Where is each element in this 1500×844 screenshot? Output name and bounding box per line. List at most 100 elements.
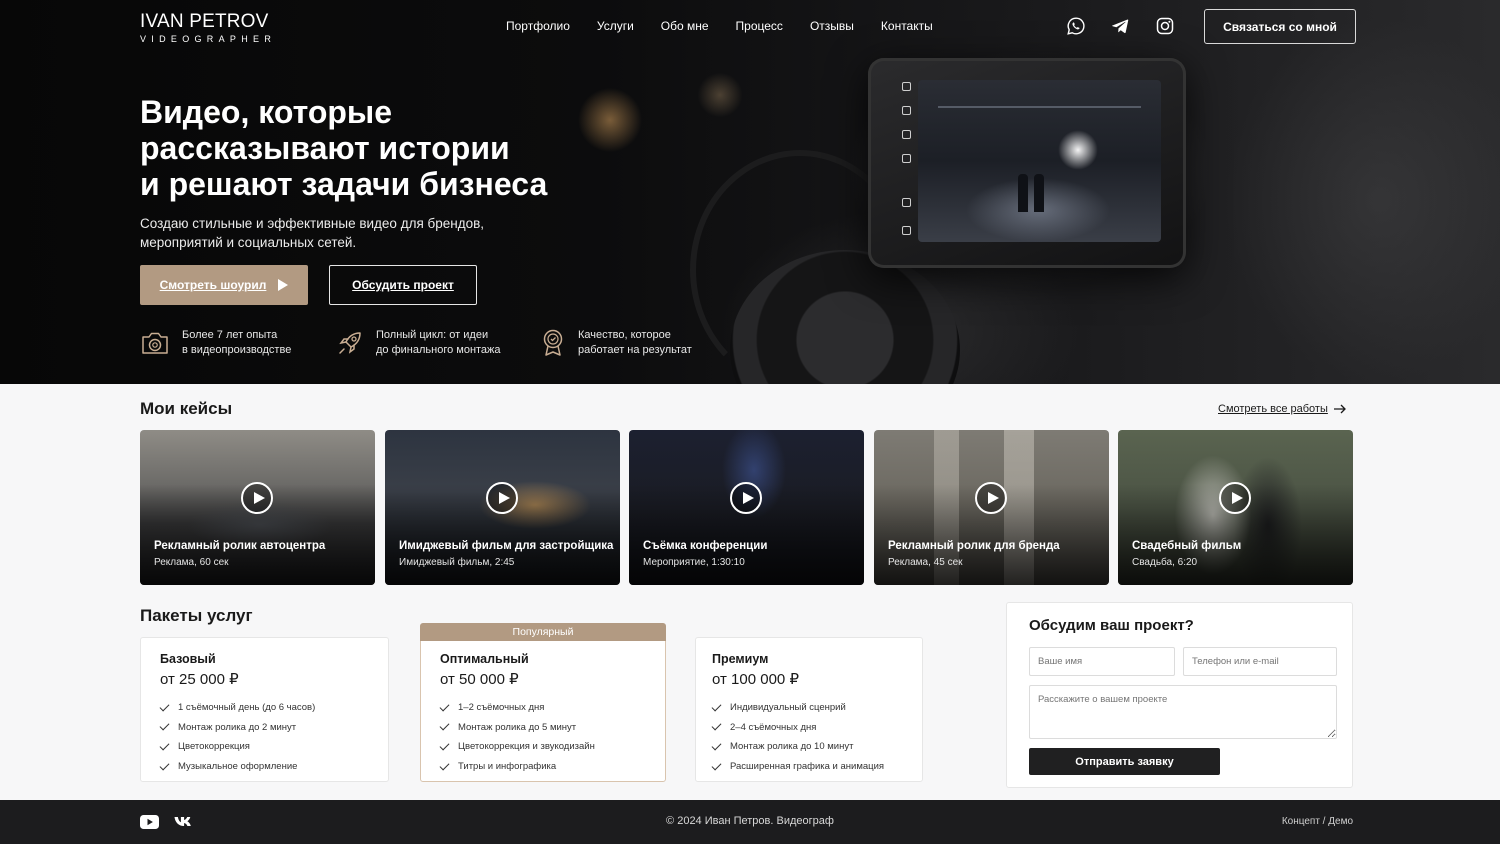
hero-title-line: Видео, которые <box>140 94 393 130</box>
hero-title-line: рассказывают истории <box>140 130 510 166</box>
nav-item-about[interactable]: Обо мне <box>661 19 709 33</box>
feature-label: Индивидуальный сценрий <box>730 702 846 713</box>
message-textarea[interactable] <box>1029 685 1337 739</box>
copyright: © 2024 Иван Петров. Видеограф <box>666 815 834 827</box>
feature-text: в видеопроизводстве <box>182 344 292 356</box>
brand-subtitle: VIDEOGRAPHER <box>140 34 277 44</box>
nav-item-reviews[interactable]: Отзывы <box>810 19 854 33</box>
instagram-icon[interactable] <box>1155 16 1175 36</box>
form-title: Обсудим ваш проект? <box>1029 617 1194 634</box>
award-icon <box>543 329 563 356</box>
package-card-optimal[interactable]: Популярный Оптимальный от 50 000 ₽ 1–2 с… <box>420 623 666 782</box>
feature-quality: Качество, которое работает на результат <box>540 328 692 358</box>
brand-logo[interactable]: IVAN PETROV VIDEOGRAPHER <box>140 12 276 45</box>
case-title: Съёмка конференции <box>643 540 768 552</box>
package-name: Оптимальный <box>440 652 529 666</box>
feature-label: Монтаж ролика до 2 минут <box>178 721 297 733</box>
whatsapp-icon[interactable] <box>1066 16 1086 36</box>
check-icon <box>159 760 170 771</box>
feature-text: до финального монтажа <box>376 344 501 356</box>
nav-item-services[interactable]: Услуги <box>597 19 634 33</box>
case-title: Рекламный ролик автоцентра <box>154 540 326 552</box>
feature-text: работает на результат <box>578 344 692 356</box>
cases-title: Мои кейсы <box>140 399 233 418</box>
feature-label: Цветокоррекция <box>178 741 250 753</box>
hero-title-line: и решают задачи бизнеса <box>140 166 548 202</box>
package-card-basic[interactable]: Базовый от 25 000 ₽ 1 съёмочный день (до… <box>140 637 389 782</box>
feature-label: Титры и инфографика <box>458 760 557 772</box>
brand-name: IVAN PETROV <box>140 11 269 32</box>
play-icon[interactable] <box>1219 482 1251 514</box>
feature-full-cycle: Полный цикл: от идеи до финального монта… <box>336 328 501 358</box>
play-icon[interactable] <box>975 482 1007 514</box>
case-card[interactable]: Рекламный ролик автоцентра Реклама, 60 с… <box>140 430 375 585</box>
hero-description-line: Создаю стильные и эффективные видео для … <box>140 216 485 231</box>
list-item: 2–4 съёмочных дня <box>711 718 884 738</box>
package-name: Базовый <box>160 652 216 666</box>
package-features: 1–2 съёмочных дня Монтаж ролика до 5 мин… <box>439 698 595 776</box>
case-card[interactable]: Имиджевый фильм для застройщика Имиджевы… <box>385 430 620 585</box>
play-icon[interactable] <box>730 482 762 514</box>
list-item: 1 съёмочный день (до 6 часов) <box>159 698 315 718</box>
package-price: от 25 000 ₽ <box>160 671 239 688</box>
case-card[interactable]: Свадебный фильм Свадьба, 6:20 <box>1118 430 1353 585</box>
hero-description: Создаю стильные и эффективные видео для … <box>140 214 520 252</box>
package-price: от 50 000 ₽ <box>440 671 519 688</box>
feature-label: 2–4 съёмочных дня <box>730 721 817 733</box>
popular-badge: Популярный <box>420 623 666 641</box>
hero-section: IVAN PETROV VIDEOGRAPHER Портфолио Услуг… <box>0 0 1500 384</box>
top-navigation: IVAN PETROV VIDEOGRAPHER Портфолио Услуг… <box>0 0 1500 52</box>
feature-label: Монтаж ролика до 5 минут <box>458 721 577 733</box>
submit-request-button[interactable]: Отправить заявку <box>1029 748 1220 775</box>
package-card-premium[interactable]: Премиум от 100 000 ₽ Индивидуальный сцен… <box>695 637 923 782</box>
check-icon <box>439 701 450 712</box>
nav-item-contacts[interactable]: Контакты <box>881 19 933 33</box>
see-all-works-link[interactable]: Смотреть все работы <box>1218 403 1347 415</box>
contact-input[interactable] <box>1183 647 1337 676</box>
list-item: Цветокоррекция <box>159 737 315 757</box>
list-item: Музыкальное оформление <box>159 757 315 777</box>
feature-label: Музыкальное оформление <box>178 760 298 772</box>
hero-description-line: мероприятий и социальных сетей. <box>140 235 357 250</box>
package-name: Премиум <box>712 652 769 666</box>
camera-icon <box>142 332 168 354</box>
check-icon <box>439 760 450 771</box>
case-meta: Мероприятие, 1:30:10 <box>643 557 745 568</box>
play-icon <box>278 279 289 291</box>
camera-monitor-image <box>868 58 1186 268</box>
play-icon[interactable] <box>241 482 273 514</box>
feature-label: Цветокоррекция и звукодизайн <box>458 741 595 753</box>
nav-item-portfolio[interactable]: Портфолио <box>506 19 570 33</box>
case-card[interactable]: Съёмка конференции Мероприятие, 1:30:10 <box>629 430 864 585</box>
contact-me-button[interactable]: Связаться со мной <box>1204 9 1356 44</box>
nav-item-process[interactable]: Процесс <box>736 19 783 33</box>
arrow-right-icon <box>1333 404 1346 414</box>
contact-form: Обсудим ваш проект? Отправить заявку <box>1006 602 1353 788</box>
feature-label: Монтаж ролика до 10 минут <box>730 741 854 753</box>
package-features: Индивидуальный сценрий 2–4 съёмочных дня… <box>711 698 885 777</box>
list-item: Монтаж ролика до 10 минут <box>711 737 884 757</box>
package-features: 1 съёмочный день (до 6 часов) Монтаж рол… <box>159 698 315 777</box>
case-card[interactable]: Рекламный ролик для бренда Реклама, 45 с… <box>874 430 1109 585</box>
name-input[interactable] <box>1029 647 1175 676</box>
case-title: Рекламный ролик для бренда <box>888 540 1060 552</box>
check-icon <box>711 720 722 731</box>
check-icon <box>159 720 170 731</box>
telegram-icon[interactable] <box>1110 16 1130 36</box>
case-title: Свадебный фильм <box>1132 540 1242 552</box>
list-item: Расширенная графика и анимация <box>711 757 885 777</box>
play-icon[interactable] <box>486 482 518 514</box>
check-icon <box>159 701 170 712</box>
discuss-project-button[interactable]: Обсудить проект <box>329 265 477 305</box>
see-all-label: Смотреть все работы <box>1218 403 1328 415</box>
case-meta: Реклама, 60 сек <box>154 557 229 568</box>
rocket-icon <box>339 332 361 354</box>
feature-experience: Более 7 лет опыта в видеопроизводстве <box>140 328 291 358</box>
feature-text: Полный цикл: от идеи <box>376 329 489 341</box>
feature-text: Качество, которое <box>578 329 671 341</box>
watch-showreel-label: Смотреть шоурил <box>159 278 267 292</box>
check-icon <box>711 760 722 771</box>
feature-label: Расширенная графика и анимация <box>730 760 885 772</box>
case-meta: Свадьба, 6:20 <box>1132 557 1198 568</box>
watch-showreel-button[interactable]: Смотреть шоурил <box>140 265 308 305</box>
